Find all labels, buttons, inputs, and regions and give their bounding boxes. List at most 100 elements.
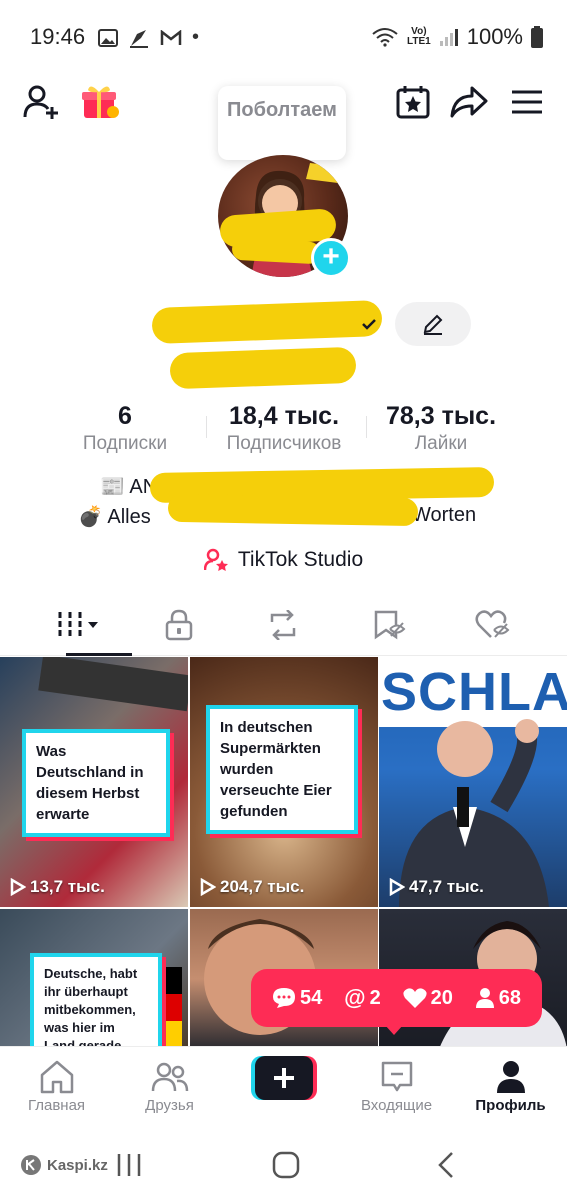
inbox-icon (381, 1061, 412, 1092)
status-bar: 19:46 • Vo) LTE1 100% (0, 0, 567, 72)
back-icon[interactable] (436, 1151, 456, 1179)
view-count: 47,7 тыс. (389, 877, 484, 897)
nav-friends[interactable]: Друзья (113, 1057, 226, 1114)
repost-icon (270, 610, 295, 640)
studio-user-star-icon (203, 548, 228, 571)
nav-home[interactable]: Главная (0, 1057, 113, 1114)
activity-notification-bubble[interactable]: 54 @ 2 20 68 (251, 969, 542, 1027)
likes-stat[interactable]: 78,3 тыс. Лайки (366, 402, 516, 455)
bio-line-2-start: Alles (107, 506, 151, 528)
heart-hidden-icon (475, 610, 509, 638)
gmail-icon (160, 29, 182, 45)
network-type: Vo) LTE1 (407, 27, 431, 47)
checkmark-icon (362, 319, 376, 330)
likes-label: Лайки (414, 433, 468, 454)
following-count: 6 (118, 402, 132, 430)
status-system-icons: Vo) LTE1 100% (371, 24, 543, 50)
followers-label: Подписчиков (226, 433, 342, 454)
kaspi-logo-icon (21, 1155, 41, 1175)
battery-icon (531, 26, 543, 48)
bio-line-2: 💣 Alles (78, 504, 151, 529)
nav-profile[interactable]: Профиль (454, 1057, 567, 1114)
followers-count: 18,4 тыс. (228, 402, 340, 430)
view-count-text: 47,7 тыс. (409, 877, 484, 896)
following-stat[interactable]: 6 Подписки (50, 402, 200, 455)
video-thumbnail[interactable]: Deutsche, habt ihr überhaupt mitbekommen… (0, 909, 188, 1049)
watermark: Kaspi.kz (20, 1154, 108, 1176)
calculator-graphic (38, 657, 188, 712)
followers-notification: 68 (475, 987, 521, 1010)
pencil-icon (423, 314, 443, 335)
speaker-figure (399, 719, 549, 907)
tab-saved[interactable] (332, 596, 445, 654)
play-icon (10, 878, 26, 896)
comments-count: 54 (299, 986, 323, 1009)
redaction-mark (151, 299, 383, 345)
more-notifications-dot: • (192, 26, 200, 48)
play-icon (389, 878, 405, 896)
nav-inbox[interactable]: Входящие (340, 1057, 453, 1114)
signal-icon (439, 29, 458, 46)
profile-stats: 6 Подписки 18,4 тыс. Подписчиков 78,3 ты… (0, 402, 567, 462)
notification-tail (385, 1025, 403, 1035)
comments-notification: 54 (272, 987, 322, 1010)
redaction-mark (167, 493, 419, 527)
share-profile-button[interactable] (445, 78, 493, 126)
share-icon (450, 86, 488, 118)
status-notification-icons: • (98, 26, 199, 49)
at-icon: @ (344, 985, 366, 1010)
status-time: 19:46 (30, 24, 86, 49)
gift-button[interactable] (76, 78, 124, 126)
view-count: 204,7 тыс. (200, 877, 304, 897)
chat-tooltip[interactable]: Поболтаем (218, 86, 346, 160)
gift-icon (82, 86, 119, 118)
lte-label: LTE1 (407, 36, 431, 47)
comment-icon (272, 988, 295, 1008)
person-icon (475, 988, 494, 1008)
likes-notification: 20 (402, 986, 453, 1010)
video-caption: Was Deutschland in diesem Herbst erwarte (22, 729, 170, 837)
play-icon (200, 878, 216, 896)
redaction-mark (231, 237, 321, 265)
followers-stat[interactable]: 18,4 тыс. Подписчиков (206, 402, 362, 455)
newspaper-icon: 📰 (100, 476, 125, 498)
view-count-text: 13,7 тыс. (30, 877, 105, 896)
nav-inbox-label: Входящие (360, 1097, 433, 1114)
tiktok-studio-link[interactable]: TikTok Studio (0, 548, 567, 572)
nav-profile-label: Профиль (475, 1097, 546, 1114)
video-caption: Deutsche, habt ihr überhaupt mitbekommen… (30, 953, 162, 1049)
tab-private[interactable] (122, 596, 235, 654)
add-friend-button[interactable] (18, 78, 66, 126)
watermark-text: Kaspi.kz (47, 1156, 108, 1174)
bomb-icon: 💣 (78, 506, 103, 528)
studio-label: TikTok Studio (237, 548, 364, 571)
add-avatar-story-button[interactable]: + (311, 238, 351, 278)
battery-percent: 100% (466, 24, 523, 49)
nav-home-label: Главная (27, 1097, 86, 1114)
nav-friends-label: Друзья (145, 1097, 194, 1114)
tab-reposts[interactable] (226, 596, 339, 654)
tab-liked[interactable] (436, 596, 549, 654)
recent-apps-icon[interactable] (116, 1152, 142, 1178)
video-caption: In deutschen Supermärkten wurden verseuc… (206, 705, 358, 834)
events-button[interactable] (389, 78, 437, 126)
tab-videos[interactable] (22, 596, 135, 656)
menu-button[interactable] (503, 78, 551, 126)
edit-profile-button[interactable] (395, 302, 471, 346)
video-thumbnail[interactable]: In deutschen Supermärkten wurden verseuc… (190, 657, 378, 907)
heart-icon (402, 988, 427, 1008)
friends-icon (151, 1062, 188, 1092)
home-button-icon[interactable] (272, 1151, 300, 1179)
video-thumbnail[interactable]: Was Deutschland in diesem Herbst erwarte… (0, 657, 188, 907)
wifi-icon (372, 28, 398, 47)
hamburger-icon (512, 90, 542, 114)
redaction-mark (169, 346, 357, 390)
create-video-button[interactable] (251, 1056, 317, 1100)
bio-line-2-end: Worten (412, 504, 477, 526)
followers-notification-count: 68 (498, 986, 521, 1009)
likes-notification-count: 20 (430, 986, 453, 1009)
broom-icon (130, 29, 148, 48)
add-user-icon (23, 85, 58, 119)
video-thumbnail[interactable]: SCHLA 47,7 тыс. (379, 657, 567, 907)
lock-icon (165, 609, 192, 641)
